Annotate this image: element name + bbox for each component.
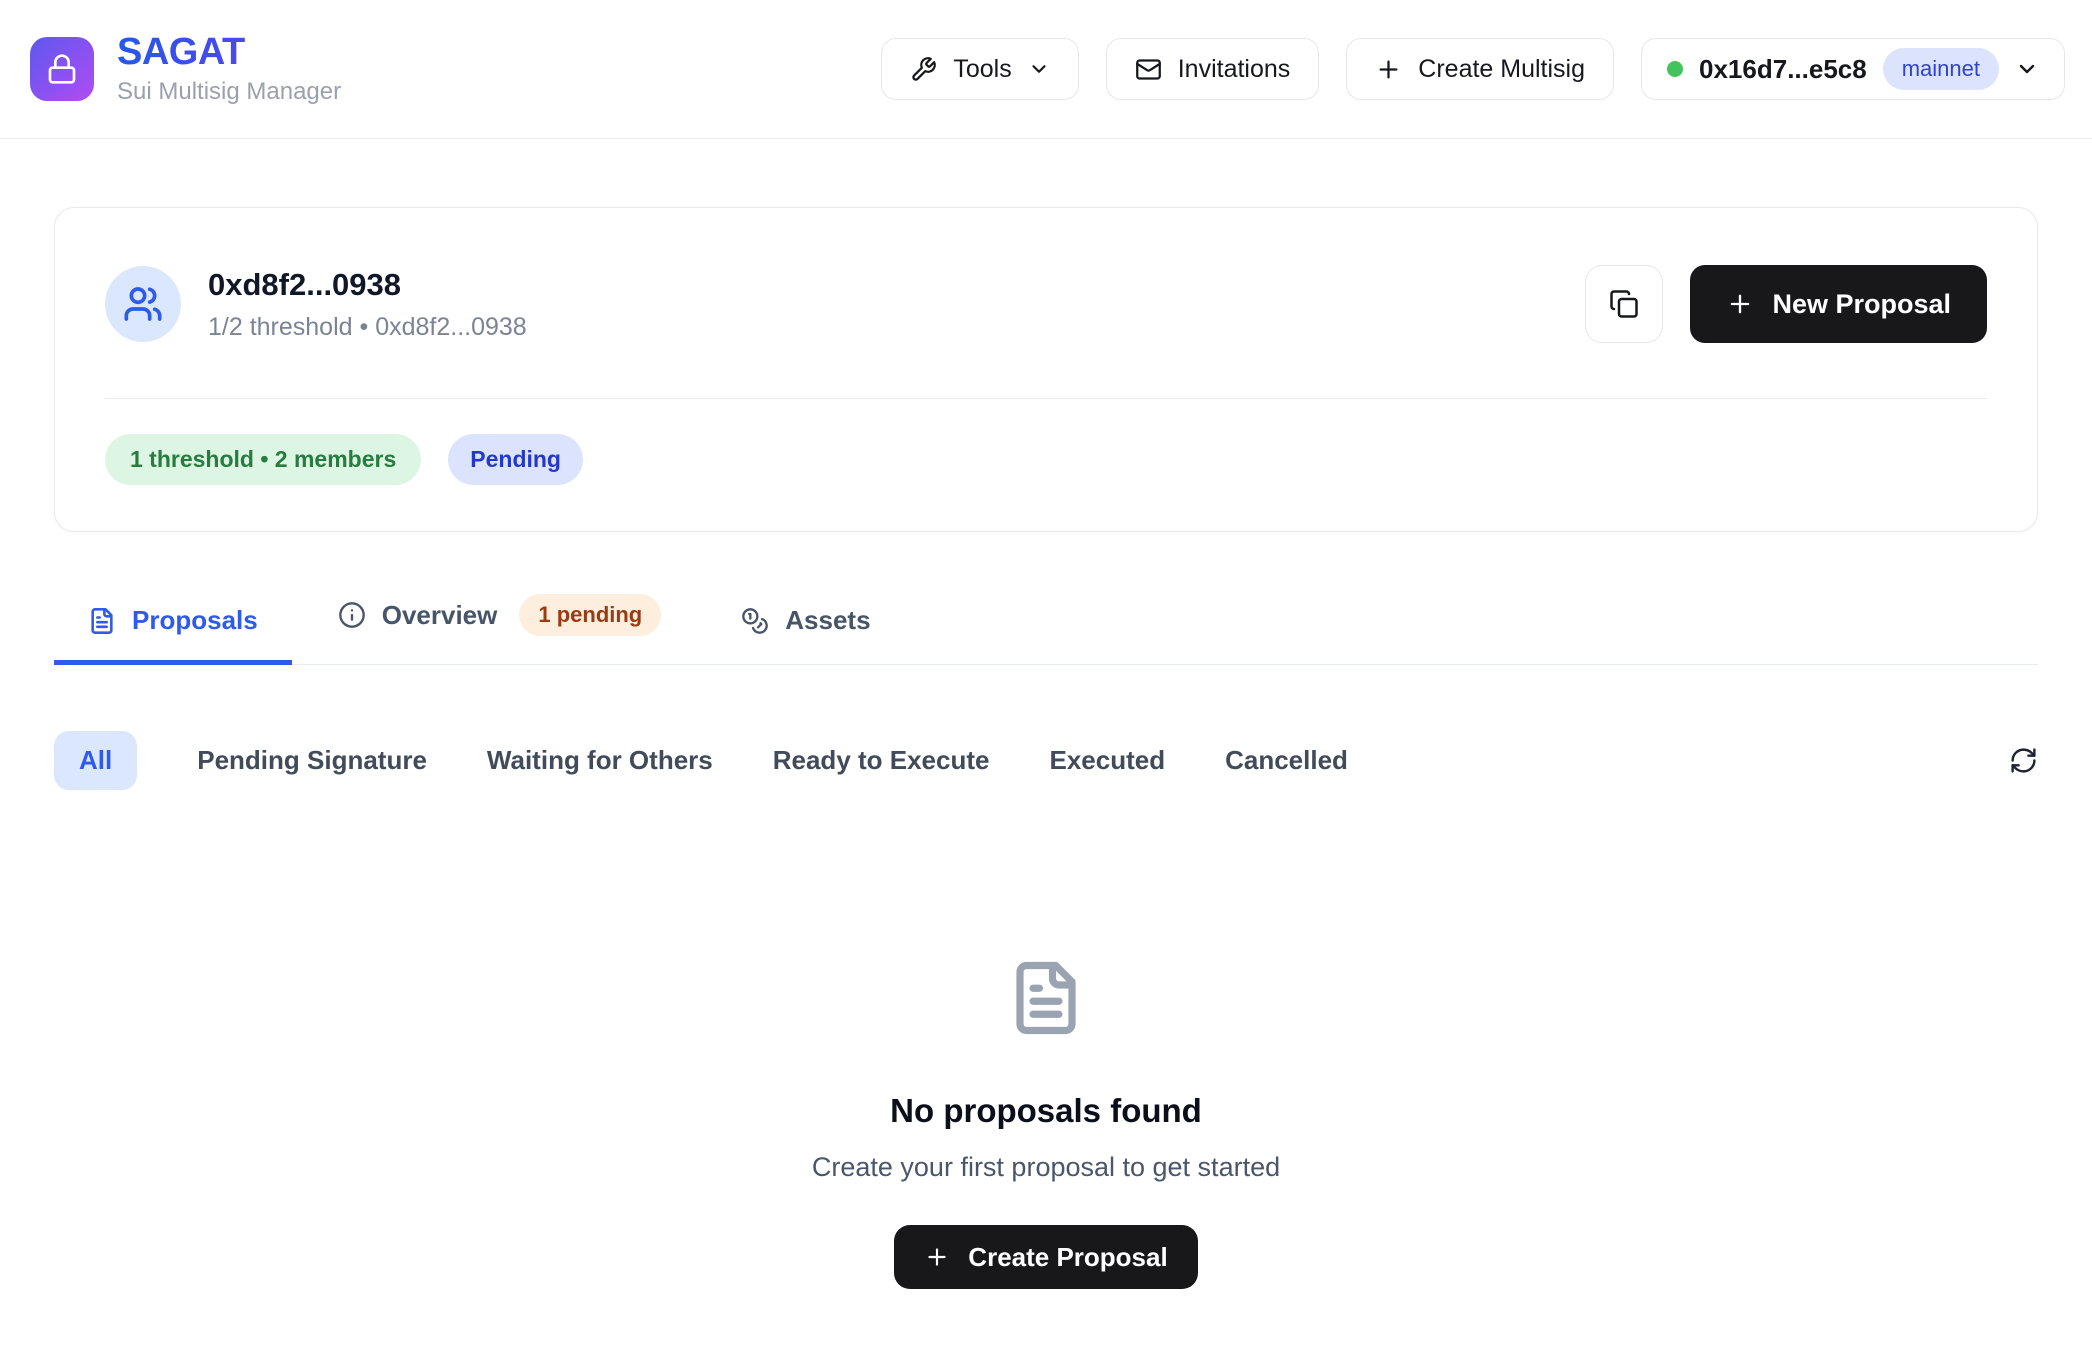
copy-address-button[interactable] — [1585, 265, 1663, 343]
empty-state: No proposals found Create your first pro… — [54, 776, 2038, 1289]
tab-assets-label: Assets — [785, 605, 870, 636]
multisig-card-actions: New Proposal — [1585, 265, 1987, 343]
invitations-label: Invitations — [1178, 55, 1291, 84]
info-icon — [338, 601, 366, 629]
coins-icon — [741, 607, 769, 635]
pending-count-badge: 1 pending — [519, 594, 661, 636]
tab-assets[interactable]: Assets — [707, 599, 904, 665]
main-content: 0xd8f2...0938 1/2 threshold • 0xd8f2...0… — [0, 207, 2092, 1289]
multisig-card-top: 0xd8f2...0938 1/2 threshold • 0xd8f2...0… — [105, 265, 1987, 343]
filter-pending-signature[interactable]: Pending Signature — [197, 745, 427, 776]
members-badge: 1 threshold • 2 members — [105, 434, 421, 485]
proposal-filters: All Pending Signature Waiting for Others… — [54, 745, 2038, 776]
app-tagline: Sui Multisig Manager — [117, 78, 341, 106]
tab-overview[interactable]: Overview 1 pending — [304, 588, 696, 665]
create-multisig-label: Create Multisig — [1418, 55, 1585, 84]
multisig-card: 0xd8f2...0938 1/2 threshold • 0xd8f2...0… — [54, 207, 2038, 532]
header-actions: Tools Invitations Create Multisig 0x16d7… — [881, 38, 2065, 100]
network-badge: mainnet — [1883, 48, 1999, 90]
plus-icon — [1375, 56, 1402, 83]
multisig-identity: 0xd8f2...0938 1/2 threshold • 0xd8f2...0… — [105, 266, 527, 342]
empty-state-title: No proposals found — [54, 1092, 2038, 1130]
multisig-heading: 0xd8f2...0938 1/2 threshold • 0xd8f2...0… — [208, 267, 527, 342]
tools-label: Tools — [953, 55, 1011, 84]
connection-status-dot — [1667, 61, 1683, 77]
wrench-icon — [910, 56, 937, 83]
filter-ready-to-execute[interactable]: Ready to Execute — [773, 745, 990, 776]
multisig-avatar — [105, 266, 181, 342]
status-badge: Pending — [448, 434, 583, 485]
copy-icon — [1609, 289, 1639, 319]
filter-executed[interactable]: Executed — [1049, 745, 1165, 776]
tab-proposals-label: Proposals — [132, 605, 258, 636]
refresh-button[interactable] — [2009, 746, 2038, 775]
create-proposal-button[interactable]: Create Proposal — [894, 1225, 1197, 1289]
new-proposal-label: New Proposal — [1772, 289, 1951, 320]
app-logo — [30, 37, 94, 101]
filter-cancelled[interactable]: Cancelled — [1225, 745, 1348, 776]
plus-icon — [924, 1244, 950, 1270]
mail-icon — [1135, 56, 1162, 83]
file-text-icon — [88, 607, 116, 635]
new-proposal-button[interactable]: New Proposal — [1690, 265, 1987, 343]
multisig-meta: 1/2 threshold • 0xd8f2...0938 — [208, 313, 527, 342]
brand-text: SAGAT Sui Multisig Manager — [117, 32, 341, 107]
card-divider — [105, 398, 1987, 399]
plus-icon — [1726, 290, 1754, 318]
filter-all[interactable]: All — [54, 731, 137, 790]
empty-state-subtitle: Create your first proposal to get starte… — [54, 1152, 2038, 1183]
invitations-button[interactable]: Invitations — [1106, 38, 1320, 100]
users-icon — [123, 284, 163, 324]
tab-overview-label: Overview — [382, 600, 498, 631]
create-proposal-label: Create Proposal — [968, 1242, 1167, 1273]
wallet-menu-button[interactable]: 0x16d7...e5c8 mainnet — [1641, 38, 2065, 100]
app-title: SAGAT — [117, 32, 341, 74]
multisig-name: 0xd8f2...0938 — [208, 267, 527, 303]
filter-waiting-for-others[interactable]: Waiting for Others — [487, 745, 713, 776]
app-header: SAGAT Sui Multisig Manager Tools Invitat… — [0, 0, 2092, 139]
lock-icon — [46, 53, 78, 85]
tools-button[interactable]: Tools — [881, 38, 1078, 100]
tab-proposals[interactable]: Proposals — [54, 599, 292, 665]
refresh-icon — [2009, 746, 2038, 775]
badge-row: 1 threshold • 2 members Pending — [105, 434, 1987, 485]
tab-bar: Proposals Overview 1 pending Assets — [54, 588, 2038, 665]
chevron-down-icon — [2015, 57, 2039, 81]
chevron-down-icon — [1028, 58, 1050, 80]
brand: SAGAT Sui Multisig Manager — [30, 32, 341, 107]
create-multisig-button[interactable]: Create Multisig — [1346, 38, 1614, 100]
wallet-address: 0x16d7...e5c8 — [1699, 54, 1867, 85]
document-icon — [1007, 959, 1085, 1037]
